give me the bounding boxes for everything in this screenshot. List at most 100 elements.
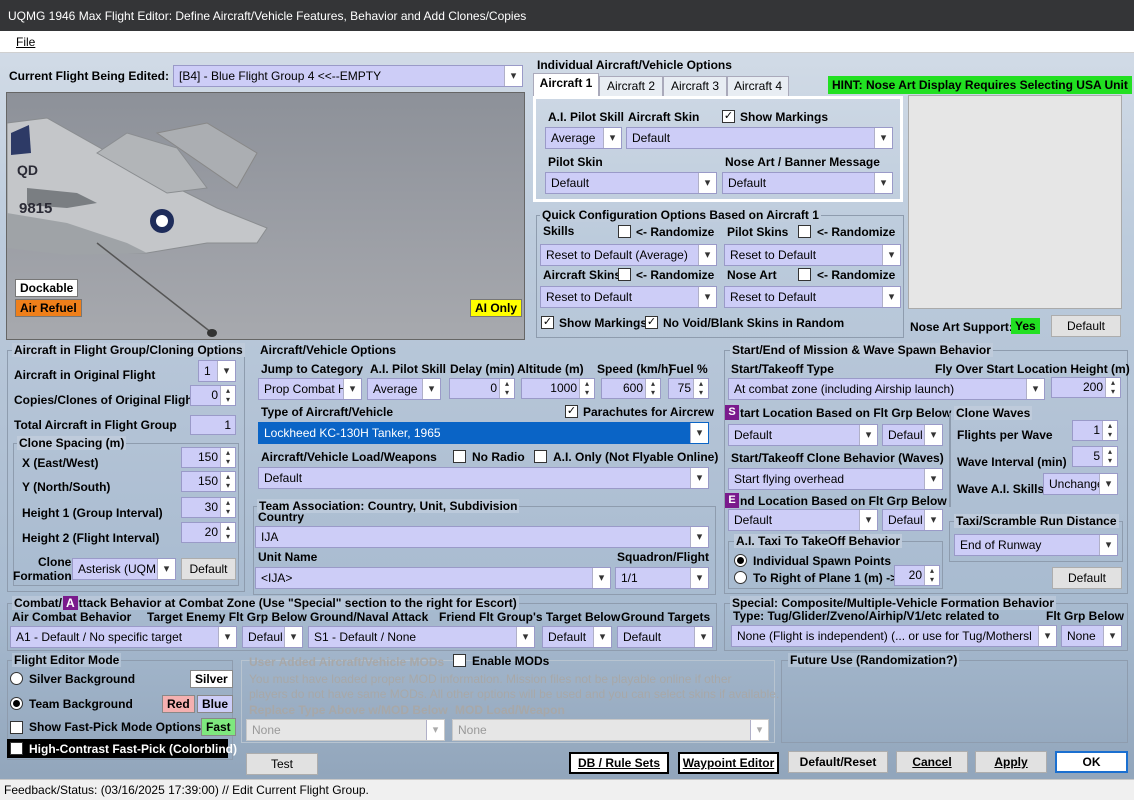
- right-of-plane-label: To Right of Plane 1 (m) ->: [753, 571, 898, 585]
- nose-art-support-label: Nose Art Support:: [910, 320, 1013, 334]
- right-of-plane-radio[interactable]: [734, 571, 747, 584]
- quick-aircraft-skins-dropdown[interactable]: Reset to Default: [540, 286, 717, 308]
- ai-pilot-skill-dropdown[interactable]: Average: [545, 127, 622, 149]
- air-refuel-badge: Air Refuel: [15, 299, 82, 317]
- combat-title: Combat/Attack Behavior at Combat Zone (U…: [12, 596, 519, 610]
- wave-skills-dropdown[interactable]: Unchange: [1043, 473, 1118, 495]
- aircraft-skins-randomize-checkbox[interactable]: [618, 268, 631, 281]
- default-reset-button[interactable]: Default/Reset: [788, 751, 888, 773]
- vehicle-type-dropdown[interactable]: Lockheed KC-130H Tanker, 1965: [258, 422, 709, 444]
- parachutes-checkbox[interactable]: ✓: [565, 405, 578, 418]
- tab-aircraft-1[interactable]: Aircraft 1: [533, 73, 599, 96]
- fast-pick-checkbox[interactable]: [10, 721, 23, 734]
- nose-art-dropdown[interactable]: Default: [722, 172, 893, 194]
- start-type-dropdown[interactable]: At combat zone (including Airship launch…: [728, 378, 1045, 400]
- original-flight-dropdown[interactable]: 1: [198, 360, 236, 382]
- future-frame: [781, 660, 1128, 743]
- copies-stepper[interactable]: 0: [190, 385, 236, 406]
- spawn-default-button[interactable]: Default: [1052, 567, 1122, 589]
- svg-text:QD: QD: [17, 162, 38, 178]
- cancel-button[interactable]: Cancel: [896, 751, 968, 773]
- wave-interval-label: Wave Interval (min): [957, 455, 1067, 469]
- altitude-label: Altitude (m): [517, 362, 584, 376]
- waypoint-editor-button[interactable]: Waypoint Editor: [678, 752, 779, 774]
- title-bar: UQMG 1946 Max Flight Editor: Define Airc…: [0, 0, 1134, 31]
- unit-name-dropdown[interactable]: <IJA>: [255, 567, 611, 589]
- individual-spawn-radio[interactable]: [734, 554, 747, 567]
- altitude-stepper[interactable]: 1000: [521, 378, 595, 399]
- ok-button[interactable]: OK: [1055, 751, 1128, 773]
- height2-stepper[interactable]: 20: [181, 522, 236, 543]
- clone-formation-label-2: Formation: [13, 569, 72, 583]
- quick-show-markings-checkbox[interactable]: ✓: [541, 316, 554, 329]
- target-enemy-dropdown[interactable]: Defaul: [242, 626, 303, 648]
- delay-stepper[interactable]: 0: [449, 378, 515, 399]
- ground-targets-dropdown[interactable]: Default: [617, 626, 713, 648]
- db-rule-sets-button[interactable]: DB / Rule Sets: [569, 752, 669, 774]
- tab-aircraft-2[interactable]: Aircraft 2: [599, 76, 663, 97]
- nose-art-randomize-checkbox[interactable]: [798, 268, 811, 281]
- ai-only-checkbox[interactable]: [534, 450, 547, 463]
- quick-skills-dropdown[interactable]: Reset to Default (Average): [540, 244, 717, 266]
- squadron-dropdown[interactable]: 1/1: [615, 567, 709, 589]
- friend-target-label: Friend Flt Group's Target Below: [439, 610, 621, 624]
- end-location-flt-dropdown[interactable]: Defaul: [882, 509, 943, 531]
- ground-targets-label: Ground Targets: [621, 610, 711, 624]
- no-radio-checkbox[interactable]: [453, 450, 466, 463]
- skills-randomize-checkbox[interactable]: [618, 225, 631, 238]
- start-location-flt-dropdown[interactable]: Defaul: [882, 424, 943, 446]
- pilot-skins-randomize-label: <- Randomize: [817, 225, 896, 239]
- end-location-dropdown[interactable]: Default: [728, 509, 878, 531]
- ground-attack-dropdown[interactable]: S1 - Default / None: [308, 626, 535, 648]
- flights-per-wave-stepper[interactable]: 1: [1072, 420, 1118, 441]
- high-contrast-checkbox[interactable]: [10, 742, 23, 755]
- quick-pilot-skins-dropdown[interactable]: Reset to Default: [724, 244, 901, 266]
- flyover-stepper[interactable]: 200: [1051, 377, 1121, 398]
- scramble-title: Taxi/Scramble Run Distance: [954, 514, 1119, 528]
- mod-load-dropdown[interactable]: None: [452, 719, 769, 741]
- quick-nose-art-label: Nose Art: [727, 268, 777, 282]
- squadron-label: Squadron/Flight: [617, 550, 709, 564]
- right-of-plane-stepper[interactable]: 20: [894, 565, 940, 586]
- nose-art-default-button[interactable]: Default: [1051, 315, 1121, 337]
- speed-stepper[interactable]: 600: [601, 378, 661, 399]
- load-weapons-dropdown[interactable]: Default: [258, 467, 709, 489]
- clone-formation-default-button[interactable]: Default: [181, 558, 236, 580]
- team-background-radio[interactable]: [10, 697, 23, 710]
- friend-target-dropdown[interactable]: Default: [542, 626, 612, 648]
- x-spacing-stepper[interactable]: 150: [181, 447, 236, 468]
- clone-behavior-dropdown[interactable]: Start flying overhead: [728, 468, 943, 490]
- test-button[interactable]: Test: [246, 753, 318, 775]
- height1-stepper[interactable]: 30: [181, 497, 236, 518]
- start-location-dropdown[interactable]: Default: [728, 424, 878, 446]
- fuel-stepper[interactable]: 75: [668, 378, 709, 399]
- menu-file[interactable]: File: [16, 35, 35, 49]
- country-dropdown[interactable]: IJA: [255, 526, 709, 548]
- window-title: UQMG 1946 Max Flight Editor: Define Airc…: [8, 9, 527, 23]
- tab-aircraft-4[interactable]: Aircraft 4: [727, 76, 789, 97]
- clone-formation-dropdown[interactable]: Asterisk (UQM: [72, 558, 176, 580]
- pilot-skin-dropdown[interactable]: Default: [545, 172, 717, 194]
- combat-title-pre: Combat/: [14, 596, 62, 610]
- pilot-skins-randomize-checkbox[interactable]: [798, 225, 811, 238]
- vehicle-skill-dropdown[interactable]: Average: [367, 378, 441, 400]
- aircraft-skin-dropdown[interactable]: Default: [626, 127, 893, 149]
- apply-button[interactable]: Apply: [975, 751, 1047, 773]
- tab-aircraft-3[interactable]: Aircraft 3: [663, 76, 727, 97]
- wave-interval-stepper[interactable]: 5: [1072, 446, 1118, 467]
- air-combat-dropdown[interactable]: A1 - Default / No specific target: [10, 626, 237, 648]
- silver-background-radio[interactable]: [10, 672, 23, 685]
- show-markings-checkbox[interactable]: ✓: [722, 110, 735, 123]
- silver-badge: Silver: [190, 670, 233, 688]
- special-flt-dropdown[interactable]: None: [1061, 625, 1122, 647]
- quick-nose-art-dropdown[interactable]: Reset to Default: [724, 286, 901, 308]
- no-void-skins-checkbox[interactable]: ✓: [645, 316, 658, 329]
- special-type-dropdown[interactable]: None (Flight is independent) (... or use…: [731, 625, 1057, 647]
- jump-category-dropdown[interactable]: Prop Combat H: [258, 378, 362, 400]
- enable-mods-checkbox[interactable]: [453, 654, 466, 667]
- scramble-dropdown[interactable]: End of Runway: [954, 534, 1118, 556]
- y-spacing-stepper[interactable]: 150: [181, 471, 236, 492]
- ai-only-badge: AI Only: [470, 299, 523, 317]
- current-flight-dropdown[interactable]: [B4] - Blue Flight Group 4 <<--EMPTY: [173, 65, 523, 87]
- mod-type-dropdown[interactable]: None: [246, 719, 445, 741]
